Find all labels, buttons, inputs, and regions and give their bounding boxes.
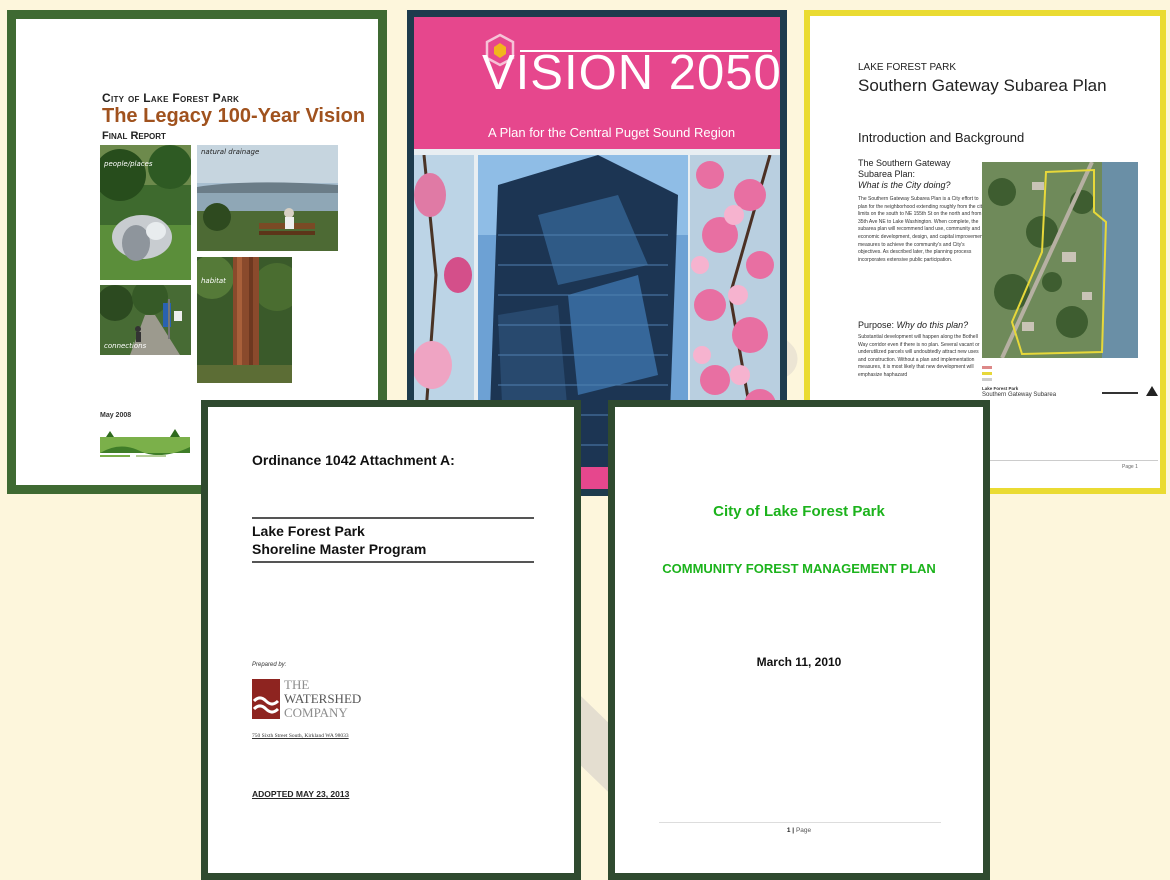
report-title: The Legacy 100-Year Vision bbox=[102, 105, 366, 127]
prepared-by-label: Prepared by: bbox=[252, 662, 287, 668]
plan-date: March 11, 2010 bbox=[756, 655, 842, 669]
footer-rule bbox=[659, 822, 941, 823]
forest-plan-cover[interactable]: City of Lake Forest Park COMMUNITY FORES… bbox=[608, 400, 990, 880]
watershed-logo-icon bbox=[252, 679, 280, 719]
header-rule bbox=[252, 561, 534, 563]
program-title-line2: Shoreline Master Program bbox=[252, 541, 427, 557]
company-name-line2: WATERSHED bbox=[284, 691, 362, 706]
report-subtitle: Final Report bbox=[102, 130, 166, 142]
photo-caption: people/places bbox=[104, 160, 153, 168]
photo-caption: natural drainage bbox=[201, 148, 260, 156]
adopted-date: ADOPTED MAY 23, 2013 bbox=[252, 789, 350, 799]
map-legend bbox=[982, 366, 1032, 384]
north-arrow-icon bbox=[1146, 386, 1158, 396]
company-name-line1: THE bbox=[284, 677, 310, 692]
photo-caption: connections bbox=[104, 342, 147, 350]
company-address: 750 Sixth Street South, Kirkland WA 9803… bbox=[252, 733, 349, 739]
program-title-line1: Lake Forest Park bbox=[252, 523, 365, 539]
page-word: Page bbox=[795, 827, 812, 834]
photo-trail: connections bbox=[100, 285, 191, 355]
doc-title: Southern Gateway Subarea Plan bbox=[858, 76, 1107, 95]
vision-title: VISION 2050 bbox=[482, 46, 782, 100]
map-caption: Southern Gateway Subarea bbox=[982, 392, 1057, 398]
company-name-line3: COMPANY bbox=[284, 705, 348, 720]
purpose-heading: Purpose: Why do this plan? bbox=[858, 320, 968, 330]
scale-bar bbox=[1102, 392, 1138, 394]
body-paragraph: The Southern Gateway Subarea Plan is a C… bbox=[858, 196, 985, 263]
section-heading: Introduction and Background bbox=[858, 130, 1025, 145]
shoreline-program-cover[interactable]: Ordinance 1042 Attachment A: Lake Forest… bbox=[201, 400, 581, 880]
report-date: May 2008 bbox=[100, 412, 132, 419]
city-title: City of Lake Forest Park bbox=[713, 503, 885, 520]
vision-tagline: A Plan for the Central Puget Sound Regio… bbox=[488, 125, 736, 140]
purpose-label: Purpose: bbox=[858, 320, 895, 330]
page-footer: 1 | Page bbox=[615, 827, 983, 834]
purpose-question: Why do this plan? bbox=[896, 320, 969, 330]
map-caption-small: Lake Forest Park bbox=[982, 386, 1019, 391]
body-paragraph: Substantial development will happen alon… bbox=[858, 334, 980, 378]
photo-bench-view: natural drainage bbox=[197, 145, 338, 251]
photo-park-sculpture: people/places bbox=[100, 145, 191, 280]
plan-title: COMMUNITY FOREST MANAGEMENT PLAN bbox=[662, 561, 936, 576]
doc-kicker: LAKE FOREST PARK bbox=[858, 62, 956, 73]
footer-rule bbox=[982, 460, 1158, 461]
subheading: The Southern Gateway Subarea Plan: bbox=[858, 158, 951, 179]
photo-redwood: habitat bbox=[197, 257, 292, 383]
header-rule bbox=[252, 517, 534, 519]
legacy-logo bbox=[100, 429, 190, 461]
page-number: Page 1 bbox=[1122, 464, 1138, 470]
subheading-question: What is the City doing? bbox=[858, 180, 951, 190]
report-kicker: City of Lake Forest Park bbox=[102, 91, 240, 105]
photo-caption: habitat bbox=[201, 277, 226, 285]
ordinance-header: Ordinance 1042 Attachment A: bbox=[252, 452, 455, 468]
aerial-map bbox=[982, 162, 1138, 358]
